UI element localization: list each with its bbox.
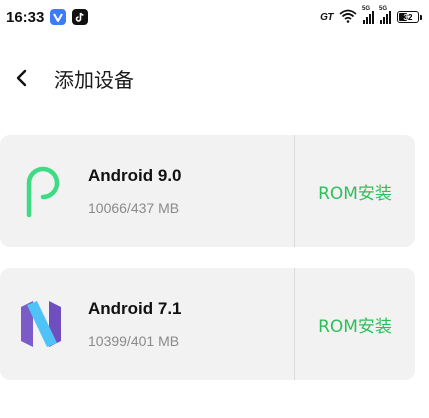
device-card-text: Android 9.0 10066/437 MB: [88, 166, 182, 216]
battery-level: 32: [403, 12, 413, 22]
status-left: 16:33: [6, 8, 89, 26]
device-detail: 10399/401 MB: [88, 333, 180, 349]
v-app-icon: [50, 9, 67, 25]
android-nougat-logo-icon: [18, 294, 64, 354]
rom-install-button[interactable]: ROM安装: [295, 268, 415, 380]
android-pie-logo-icon: [18, 161, 64, 221]
tiktok-icon: [72, 9, 89, 25]
device-card-android-7: Android 7.1 10399/401 MB ROM安装: [0, 268, 415, 380]
wifi-icon: [339, 8, 357, 27]
page-title: 添加设备: [54, 67, 134, 92]
device-card-main[interactable]: Android 7.1 10399/401 MB: [0, 268, 294, 380]
back-button[interactable]: [0, 56, 44, 100]
device-name: Android 7.1: [88, 299, 182, 318]
device-name: Android 9.0: [88, 166, 182, 185]
status-bar: 16:33 GT 5G 5G 32: [0, 0, 429, 34]
sim2-5g-label: 5G: [379, 6, 388, 12]
chevron-left-icon: [16, 69, 27, 87]
status-time: 16:33: [6, 8, 45, 26]
signal-icon-sim1: 5G: [362, 6, 374, 24]
device-card-android-9: Android 9.0 10066/437 MB ROM安装: [0, 135, 415, 247]
header: 添加设备: [0, 56, 429, 100]
sim1-5g-label: 5G: [362, 6, 371, 12]
network-gt-label: GT: [320, 11, 333, 23]
battery-icon: 32: [397, 11, 422, 23]
status-right: GT 5G 5G 32: [320, 6, 422, 27]
signal-icon-sim2: 5G: [379, 6, 391, 24]
device-card-main[interactable]: Android 9.0 10066/437 MB: [0, 135, 294, 247]
rom-install-button[interactable]: ROM安装: [295, 135, 415, 247]
device-card-text: Android 7.1 10399/401 MB: [88, 299, 182, 349]
device-detail: 10066/437 MB: [88, 200, 180, 216]
